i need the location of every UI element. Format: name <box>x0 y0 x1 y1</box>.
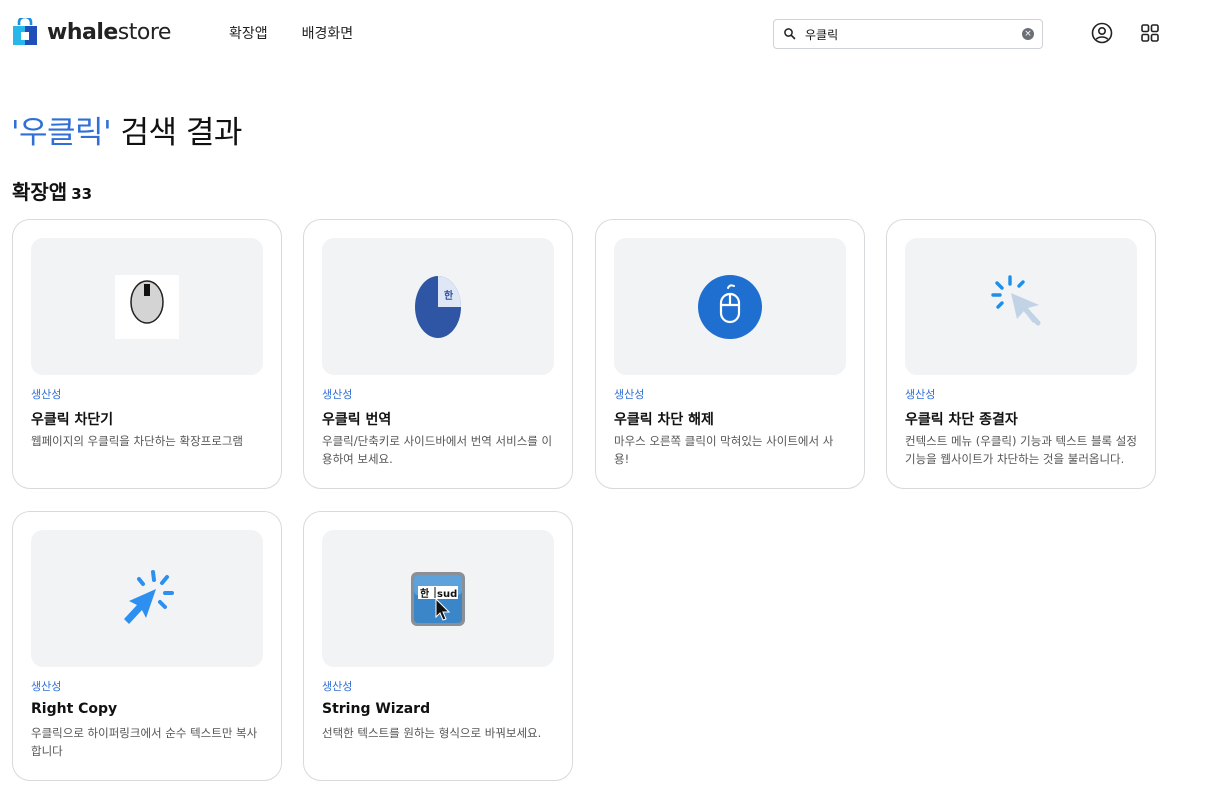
section-extensions-heading: 확장앱 33 <box>12 176 92 205</box>
logo-text-bold: whale <box>47 19 118 45</box>
cursor-click-icon <box>991 274 1041 325</box>
extension-card[interactable]: 생산성 우클릭 차단기 웹페이지의 우클릭을 차단하는 확장프로그램 <box>12 219 282 489</box>
search-result-suffix: 검색 결과 <box>111 115 242 151</box>
card-category: 생산성 <box>614 388 645 401</box>
extension-card[interactable]: 생산성 우클릭 차단 해제 마우스 오른쪽 클릭이 막혀있는 사이트에서 사용! <box>595 219 865 489</box>
card-description: 마우스 오른쪽 클릭이 막혀있는 사이트에서 사용! <box>614 434 834 466</box>
extension-card[interactable]: 한 sud 생산성 String Wizard 선택한 텍스트를 원하는 형식으… <box>303 511 573 781</box>
store-bag-icon <box>13 18 37 45</box>
card-description: 웹페이지의 우클릭을 차단하는 확장프로그램 <box>31 434 243 448</box>
card-category: 생산성 <box>31 388 62 401</box>
section-count: 33 <box>71 185 93 203</box>
string-wizard-icon: 한 sud <box>411 571 465 626</box>
card-category: 생산성 <box>31 680 62 693</box>
cursor-click-blue-icon <box>124 569 174 624</box>
whalestore-logo[interactable]: whalestore <box>12 18 171 46</box>
card-name: 우클릭 차단 종결자 <box>905 412 1018 428</box>
card-name: 우클릭 차단 해제 <box>614 412 714 428</box>
string-wizard-text-b: sud <box>437 589 457 600</box>
extension-thumbnail <box>31 238 263 375</box>
translate-icon: 한 <box>415 275 461 338</box>
string-wizard-text-a: 한 <box>420 588 430 600</box>
extension-card[interactable]: 생산성 Right Copy 우클릭으로 하이퍼링크에서 순수 텍스트만 복사합… <box>12 511 282 781</box>
extension-thumbnail <box>905 238 1137 375</box>
mouse-circle-icon <box>698 274 762 339</box>
card-description: 우클릭으로 하이퍼링크에서 순수 텍스트만 복사합니다 <box>31 726 258 758</box>
card-name: 우클릭 번역 <box>322 412 392 428</box>
mouse-icon <box>115 274 179 339</box>
extension-thumbnail: 한 sud <box>322 530 554 667</box>
search-input[interactable] <box>805 22 1022 46</box>
card-name: Right Copy <box>31 701 118 717</box>
card-name: 우클릭 차단기 <box>31 412 114 428</box>
card-description: 선택한 텍스트를 원하는 형식으로 바꿔보세요. <box>322 726 542 740</box>
user-account-icon[interactable] <box>1091 22 1113 44</box>
translate-icon-text: 한 <box>444 290 454 302</box>
card-description: 우클릭/단축키로 사이드바에서 번역 서비스를 이용하여 보세요. <box>322 434 553 466</box>
extension-card[interactable]: 한 생산성 우클릭 번역 우클릭/단축키로 사이드바에서 번역 서비스를 이용하… <box>303 219 573 489</box>
logo-text-light: store <box>117 19 172 45</box>
card-name: String Wizard <box>322 701 431 717</box>
extension-thumbnail <box>31 530 263 667</box>
logo-text: whalestore <box>47 20 171 45</box>
search-result-title: '우클릭' 검색 결과 <box>11 107 242 152</box>
apps-grid-icon[interactable] <box>1139 22 1161 44</box>
card-category: 생산성 <box>905 388 936 401</box>
search-icon <box>784 28 796 40</box>
card-category: 생산성 <box>322 388 353 401</box>
extension-card[interactable]: 생산성 우클릭 차단 종결자 컨텍스트 메뉴 (우클릭) 기능과 텍스트 블록 … <box>886 219 1156 489</box>
search-box: × <box>773 19 1043 49</box>
nav-extensions[interactable]: 확장앱 <box>229 23 268 43</box>
search-query-text: '우클릭' <box>11 115 112 151</box>
clear-search-icon[interactable]: × <box>1022 28 1034 40</box>
nav-wallpapers[interactable]: 배경화면 <box>302 23 354 43</box>
main-nav: 확장앱 배경화면 <box>229 23 353 43</box>
section-label: 확장앱 <box>12 180 68 204</box>
top-header: whalestore 확장앱 배경화면 × <box>0 0 1232 66</box>
extension-thumbnail <box>614 238 846 375</box>
card-description: 컨텍스트 메뉴 (우클릭) 기능과 텍스트 블록 설정 기능을 웹사이트가 차단… <box>905 434 1137 466</box>
card-category: 생산성 <box>322 680 353 693</box>
extension-thumbnail: 한 <box>322 238 554 375</box>
